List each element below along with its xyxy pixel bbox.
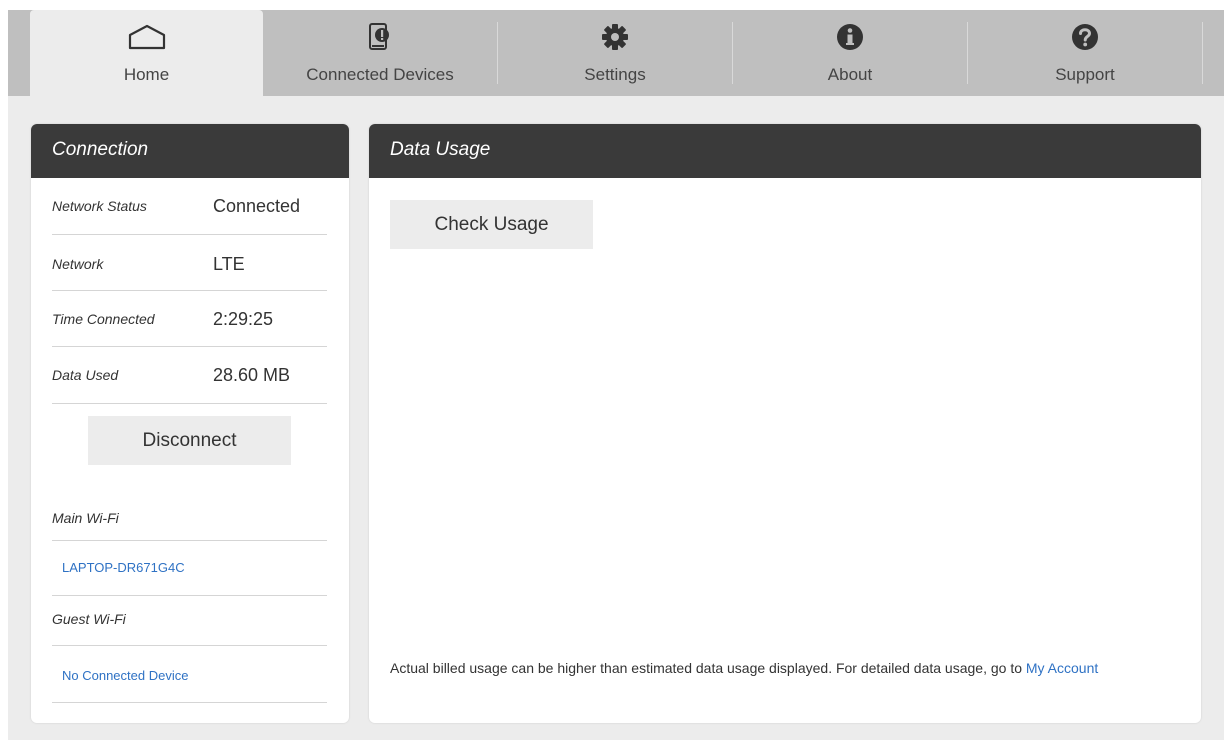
tab-connected-devices-label: Connected Devices xyxy=(306,65,454,84)
connection-panel: Connection Network Status Connected Netw… xyxy=(31,124,349,723)
usage-disclaimer-text: Actual billed usage can be higher than e… xyxy=(390,660,1022,676)
tab-divider xyxy=(1202,22,1203,84)
guest-wifi-device-link[interactable]: No Connected Device xyxy=(62,668,188,683)
tab-settings-label: Settings xyxy=(584,65,646,84)
guest-wifi-label: Guest Wi-Fi xyxy=(52,611,126,627)
check-usage-button[interactable]: Check Usage xyxy=(390,200,593,249)
tab-about-label: About xyxy=(827,65,873,84)
tab-connected-devices[interactable]: Connected Devices xyxy=(263,10,497,96)
network-status-value: Connected xyxy=(213,196,301,216)
disconnect-button[interactable]: Disconnect xyxy=(88,416,291,465)
home-icon xyxy=(128,20,166,54)
data-usage-panel: Data Usage Check Usage Actual billed usa… xyxy=(369,124,1201,723)
app-frame: Home Connected Devices Settings About Su… xyxy=(8,10,1224,740)
tab-support-label: Support xyxy=(1055,65,1115,84)
data-used-label: Data Used xyxy=(52,367,119,383)
help-icon xyxy=(1071,20,1099,54)
my-account-link[interactable]: My Account xyxy=(1026,660,1098,676)
connection-row: Time Connected 2:29:25 xyxy=(52,291,327,347)
time-connected-value: 2:29:25 xyxy=(213,309,274,329)
tab-about[interactable]: About xyxy=(733,10,967,96)
main-wifi-device-row: LAPTOP-DR671G4C xyxy=(52,541,327,596)
tab-home[interactable]: Home xyxy=(30,10,263,96)
network-label: Network xyxy=(52,256,104,272)
info-icon xyxy=(836,20,864,54)
network-value: LTE xyxy=(213,254,245,274)
main-wifi-header: Main Wi-Fi xyxy=(52,498,327,541)
connection-row: Network LTE xyxy=(52,235,327,291)
connected-devices-icon xyxy=(368,20,392,54)
guest-wifi-header: Guest Wi-Fi xyxy=(52,596,327,646)
guest-wifi-device-row: No Connected Device xyxy=(52,646,327,703)
time-connected-label: Time Connected xyxy=(52,311,155,327)
data-usage-panel-title: Data Usage xyxy=(369,124,1201,178)
main-wifi-label: Main Wi-Fi xyxy=(52,510,119,526)
tab-home-label: Home xyxy=(123,65,170,84)
connection-panel-title: Connection xyxy=(31,124,349,178)
tab-settings[interactable]: Settings xyxy=(498,10,732,96)
top-nav: Home Connected Devices Settings About Su… xyxy=(8,10,1224,96)
network-status-label: Network Status xyxy=(52,198,147,214)
gear-icon xyxy=(601,20,629,54)
usage-disclaimer: Actual billed usage can be higher than e… xyxy=(390,658,1190,678)
connection-row: Data Used 28.60 MB xyxy=(52,347,327,404)
connection-row: Network Status Connected xyxy=(52,178,327,235)
main-wifi-device-link[interactable]: LAPTOP-DR671G4C xyxy=(62,560,185,575)
data-used-value: 28.60 MB xyxy=(213,365,291,385)
tab-support[interactable]: Support xyxy=(968,10,1202,96)
